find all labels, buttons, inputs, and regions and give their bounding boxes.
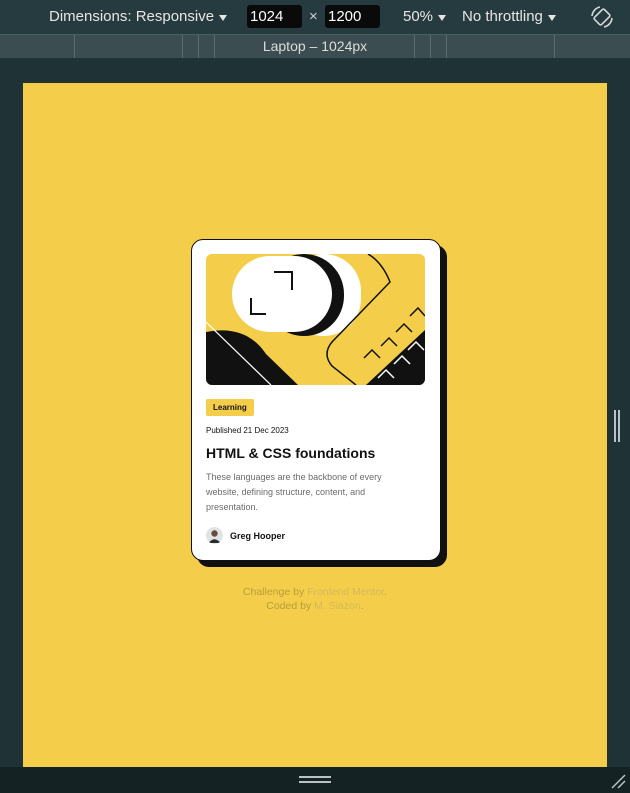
- author: Greg Hooper: [206, 527, 426, 544]
- card-title[interactable]: HTML & CSS foundations: [206, 445, 426, 461]
- height-input[interactable]: [325, 5, 380, 28]
- zoom-dropdown[interactable]: 50%: [403, 8, 447, 25]
- avatar: [206, 527, 223, 544]
- right-resize-handle[interactable]: [614, 410, 622, 442]
- attribution: Challenge by Frontend Mentor. Coded by M…: [23, 585, 607, 613]
- dimensions-label: Dimensions: Responsive: [49, 8, 215, 25]
- rotate-icon[interactable]: [588, 4, 616, 30]
- attribution-line-2: Coded by M. Siazon.: [23, 599, 607, 613]
- media-query-bar: Laptop – 1024px: [0, 34, 630, 58]
- chevron-down-icon: [219, 14, 228, 21]
- bottom-resize-handle[interactable]: [299, 776, 331, 785]
- published-date: Published 21 Dec 2023: [206, 426, 289, 435]
- card-description: These languages are the backbone of ever…: [206, 472, 382, 512]
- frontend-mentor-link[interactable]: Frontend Mentor: [307, 586, 384, 598]
- illustration-image: [206, 254, 425, 385]
- emulated-viewport: Learning Published 21 Dec 2023 HTML & CS…: [23, 83, 607, 767]
- throttling-dropdown[interactable]: No throttling: [462, 8, 556, 25]
- author-link[interactable]: M. Siazon: [314, 600, 361, 612]
- category-tag: Learning: [206, 399, 254, 416]
- attribution-line-1: Challenge by Frontend Mentor.: [23, 585, 607, 599]
- blog-preview-card: Learning Published 21 Dec 2023 HTML & CS…: [191, 239, 441, 561]
- author-name: Greg Hooper: [230, 530, 286, 541]
- times-separator: ×: [309, 8, 318, 25]
- attribution-prefix: Challenge by: [242, 586, 308, 598]
- throttling-label: No throttling: [462, 8, 543, 25]
- corner-resize-icon[interactable]: [610, 773, 626, 789]
- devtools-device-toolbar: Dimensions: Responsive × 50% No throttli…: [0, 0, 630, 34]
- device-label: Laptop – 1024px: [262, 38, 368, 54]
- chevron-down-icon: [547, 14, 556, 21]
- chevron-down-icon: [438, 14, 447, 21]
- dimensions-dropdown[interactable]: Dimensions: Responsive: [49, 8, 228, 25]
- zoom-label: 50%: [403, 8, 434, 25]
- width-input[interactable]: [247, 5, 302, 28]
- attribution-prefix: Coded by: [266, 600, 315, 612]
- attribution-suffix: .: [360, 600, 364, 612]
- attribution-suffix: .: [384, 586, 388, 598]
